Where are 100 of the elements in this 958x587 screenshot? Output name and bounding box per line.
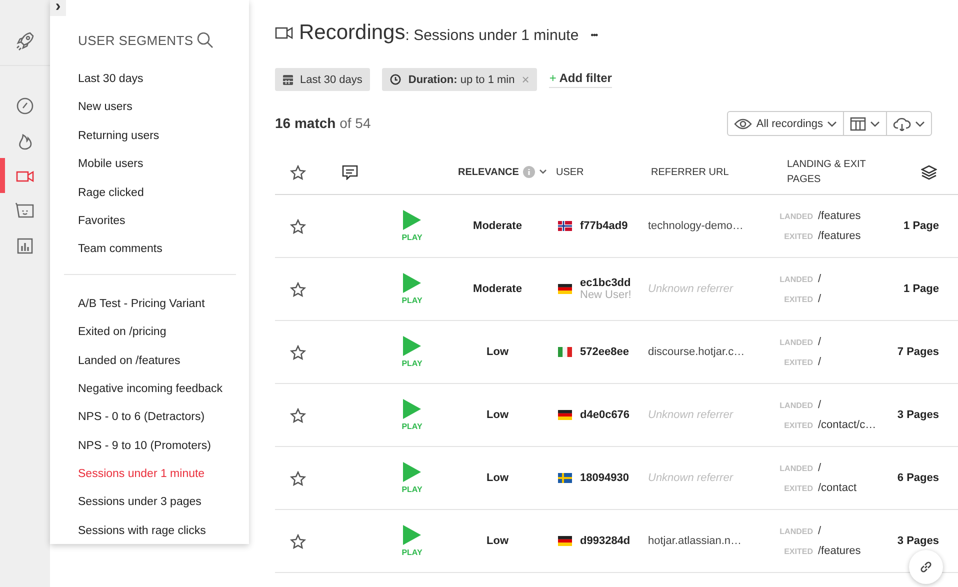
page-label: LANDED: [778, 212, 813, 220]
expand-toggle[interactable]: ›: [50, 0, 66, 16]
referrer-text: discourse.hotjar.c…: [647, 346, 745, 358]
eye-icon: [734, 118, 752, 130]
segment-item[interactable]: Sessions with rage clicks: [78, 522, 236, 552]
relevance-text: Low: [486, 535, 508, 547]
play-icon: [402, 210, 421, 230]
page-path: /: [818, 356, 822, 368]
segment-item[interactable]: Sessions under 1 minute: [78, 466, 236, 494]
more-button[interactable]: •••: [590, 26, 598, 40]
segment-item[interactable]: Team comments: [78, 241, 236, 270]
play-icon: [402, 273, 421, 293]
page-label: LANDED: [778, 274, 813, 284]
user-id[interactable]: ec1bc3dd: [580, 277, 632, 289]
caret-icon: [870, 120, 880, 126]
segment-item[interactable]: Negative incoming feedback: [78, 380, 236, 410]
page-path: /features: [818, 230, 861, 242]
page-label: LANDED: [778, 400, 813, 410]
page-path: /: [818, 399, 822, 411]
star-icon[interactable]: [290, 218, 306, 234]
caret-icon[interactable]: [538, 169, 547, 175]
referrer-text: Unknown referrer: [647, 283, 733, 295]
filter-chip[interactable]: Duration: up to 1 min ×: [382, 68, 538, 91]
segment-item[interactable]: Sessions under 3 pages: [78, 494, 236, 523]
column-header[interactable]: RELEVANCE: [458, 164, 519, 180]
video-camera-icon: [275, 26, 293, 40]
page-label: EXITED: [783, 232, 813, 240]
column-header[interactable]: LANDING & EXIT PAGES: [787, 157, 899, 187]
caret-icon: [827, 120, 837, 126]
column-header[interactable]: REFERRER URL: [651, 164, 729, 180]
cloud-download-icon: [893, 116, 911, 130]
search-icon[interactable]: [196, 31, 214, 49]
page-path: /: [818, 293, 822, 305]
comment-icon[interactable]: [342, 164, 358, 180]
add-filter-link[interactable]: + Add filter: [549, 71, 612, 88]
segment-item[interactable]: Favorites: [78, 212, 236, 242]
star-icon[interactable]: [290, 470, 306, 486]
page-label: EXITED: [783, 420, 813, 430]
referrer-text: technology-demo…: [647, 220, 744, 232]
page-count: 3 Pages: [897, 535, 939, 547]
page-label: EXITED: [783, 484, 813, 492]
page-count: 6 Pages: [897, 472, 939, 484]
relevance-text: Moderate: [473, 220, 522, 232]
page-count: 3 Pages: [897, 409, 939, 421]
calendar-icon: [283, 74, 293, 84]
user-id[interactable]: 572ee8ee: [580, 346, 629, 358]
user-id[interactable]: d4e0c676: [580, 409, 630, 421]
page-path: /contact/c…: [818, 419, 876, 431]
segment-item[interactable]: NPS - 0 to 6 (Detractors): [78, 409, 236, 438]
filter-label: Duration: up to 1 min: [408, 74, 515, 86]
page-path: /: [818, 273, 822, 285]
play-icon: [402, 399, 421, 419]
page-count: 7 Pages: [897, 346, 939, 358]
page-label: LANDED: [778, 464, 813, 472]
page-label: EXITED: [783, 546, 813, 556]
star-icon[interactable]: [290, 344, 306, 360]
star-icon[interactable]: [290, 282, 306, 296]
star-icon[interactable]: [290, 164, 306, 180]
page-title: Recordings: [299, 21, 406, 45]
filter-chip[interactable]: Last 30 days: [275, 68, 370, 91]
segment-item[interactable]: Exited on /pricing: [78, 324, 236, 353]
page-path: /contact: [818, 482, 857, 494]
user-id[interactable]: 18094930: [580, 472, 629, 484]
page-path: /: [818, 336, 822, 348]
filter-label: Last 30 days: [300, 74, 362, 86]
page-path: /: [818, 462, 822, 474]
caret-icon: [915, 120, 925, 126]
segment-item[interactable]: New users: [78, 99, 236, 128]
clock-icon: [390, 74, 402, 85]
referrer-text: hotjar.atlassian.n…: [647, 535, 742, 547]
star-icon[interactable]: [290, 408, 306, 422]
segment-item[interactable]: Returning users: [78, 128, 236, 156]
user-id[interactable]: d993284d: [580, 535, 630, 547]
star-icon[interactable]: [290, 534, 306, 548]
page-count: 1 Page: [904, 283, 939, 295]
columns-icon: [850, 116, 866, 130]
segment-item[interactable]: Mobile users: [78, 156, 236, 185]
rocket-icon[interactable]: [14, 30, 36, 52]
relevance-text: Moderate: [473, 283, 522, 295]
page-path: /: [818, 525, 822, 537]
match-count: 16 match of 54: [275, 114, 371, 130]
page-path: /features: [818, 545, 861, 557]
segment-item[interactable]: A/B Test - Pricing Variant: [78, 296, 236, 324]
layers-icon: [921, 164, 937, 180]
user-id[interactable]: f77b4ad9: [580, 220, 628, 232]
panel-title: USER SEGMENTS: [78, 32, 194, 48]
page-path: /features: [818, 210, 861, 222]
referrer-text: Unknown referrer: [647, 409, 733, 421]
play-icon: [402, 336, 421, 356]
referrer-text: Unknown referrer: [647, 472, 733, 484]
relevance-text: Low: [486, 409, 508, 421]
segment-item[interactable]: NPS - 9 to 10 (Promoters): [78, 438, 236, 466]
play-icon: [402, 462, 421, 482]
segment-item[interactable]: Last 30 days: [78, 71, 236, 100]
page-subtitle: : Sessions under 1 minute: [405, 26, 579, 44]
segment-item[interactable]: Landed on /features: [78, 352, 236, 381]
segment-item[interactable]: Rage clicked: [78, 184, 236, 213]
link-button[interactable]: [909, 550, 943, 584]
relevance-text: Low: [486, 346, 508, 358]
column-header[interactable]: USER: [556, 164, 584, 180]
